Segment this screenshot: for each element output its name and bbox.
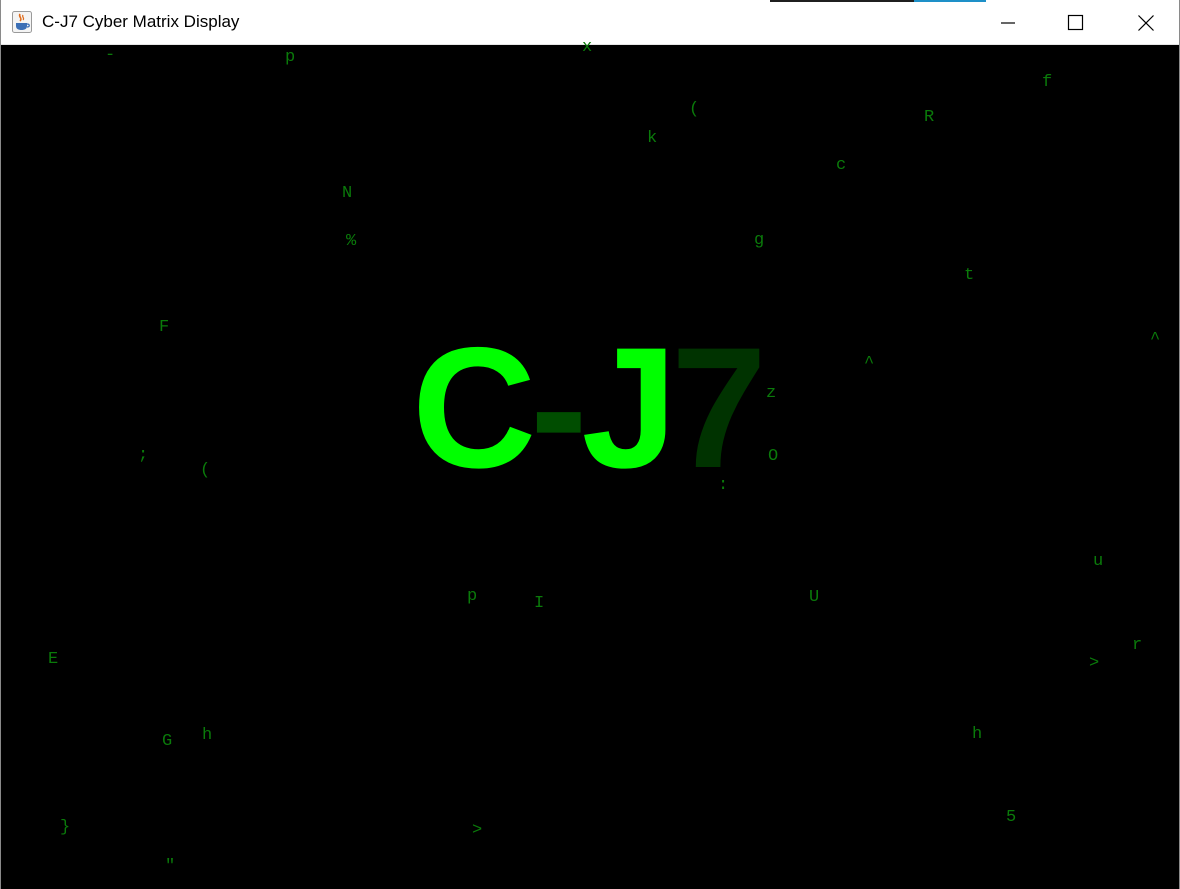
matrix-display-canvas[interactable]: C-J7 - p x f(Rk c N% g t F ^ ^ z; O(: u p U Ir E > h h G 5} > " <box>2 39 1178 887</box>
matrix-rain-char: O <box>768 447 779 466</box>
matrix-rain-char: r <box>1132 636 1143 655</box>
matrix-rain-char: ^ <box>1150 330 1161 349</box>
matrix-rain-char: N <box>342 184 353 203</box>
matrix-rain-char: t <box>964 266 975 285</box>
matrix-rain-char: - <box>105 46 116 65</box>
matrix-rain-char: U <box>809 588 820 607</box>
matrix-rain-char: : <box>718 476 729 495</box>
title-accent-strip-active <box>914 0 986 2</box>
matrix-rain-char: z <box>766 384 777 403</box>
logo-char: 7 <box>671 312 767 504</box>
matrix-rain-char: > <box>1089 654 1100 673</box>
matrix-rain-char: % <box>346 232 357 251</box>
matrix-rain-char: } <box>60 818 71 837</box>
matrix-rain-char: E <box>48 650 59 669</box>
matrix-rain-char: u <box>1093 552 1104 571</box>
matrix-rain-char: 5 <box>1006 808 1017 827</box>
logo-char: - <box>530 312 587 504</box>
matrix-rain-char: ( <box>689 100 700 119</box>
matrix-rain-char: x <box>582 38 593 57</box>
close-button[interactable] <box>1122 0 1168 45</box>
logo-char: J <box>581 312 678 504</box>
matrix-rain-char: ; <box>138 446 149 465</box>
matrix-rain-char: G <box>162 732 173 751</box>
matrix-rain-char: f <box>1042 73 1053 92</box>
matrix-rain-char: h <box>972 725 983 744</box>
minimize-button[interactable] <box>984 0 1030 45</box>
matrix-rain-char: k <box>647 129 658 148</box>
window-title: C-J7 Cyber Matrix Display <box>42 12 240 31</box>
matrix-rain-char: c <box>836 156 847 175</box>
java-coffee-cup-icon[interactable] <box>12 11 32 33</box>
title-accent-strip <box>770 0 914 2</box>
matrix-rain-char: p <box>285 48 296 67</box>
matrix-rain-char: R <box>924 108 935 127</box>
c-j7-logo: C-J7 <box>412 312 767 504</box>
matrix-rain-char: > <box>472 821 483 840</box>
matrix-rain-char: I <box>534 594 545 613</box>
matrix-rain-char: p <box>467 587 478 606</box>
matrix-rain-char: g <box>754 231 765 250</box>
logo-char: C <box>412 312 536 504</box>
application-window: C-J7 Cyber Matrix Display C-J7 - p x f(Rk c N… <box>0 0 1180 889</box>
matrix-rain-char: ^ <box>864 354 875 373</box>
matrix-rain-char: h <box>202 726 213 745</box>
maximize-button[interactable] <box>1052 0 1098 45</box>
matrix-rain-char: " <box>165 857 176 876</box>
matrix-rain-char: ( <box>200 461 211 480</box>
matrix-rain-char: F <box>159 318 170 337</box>
